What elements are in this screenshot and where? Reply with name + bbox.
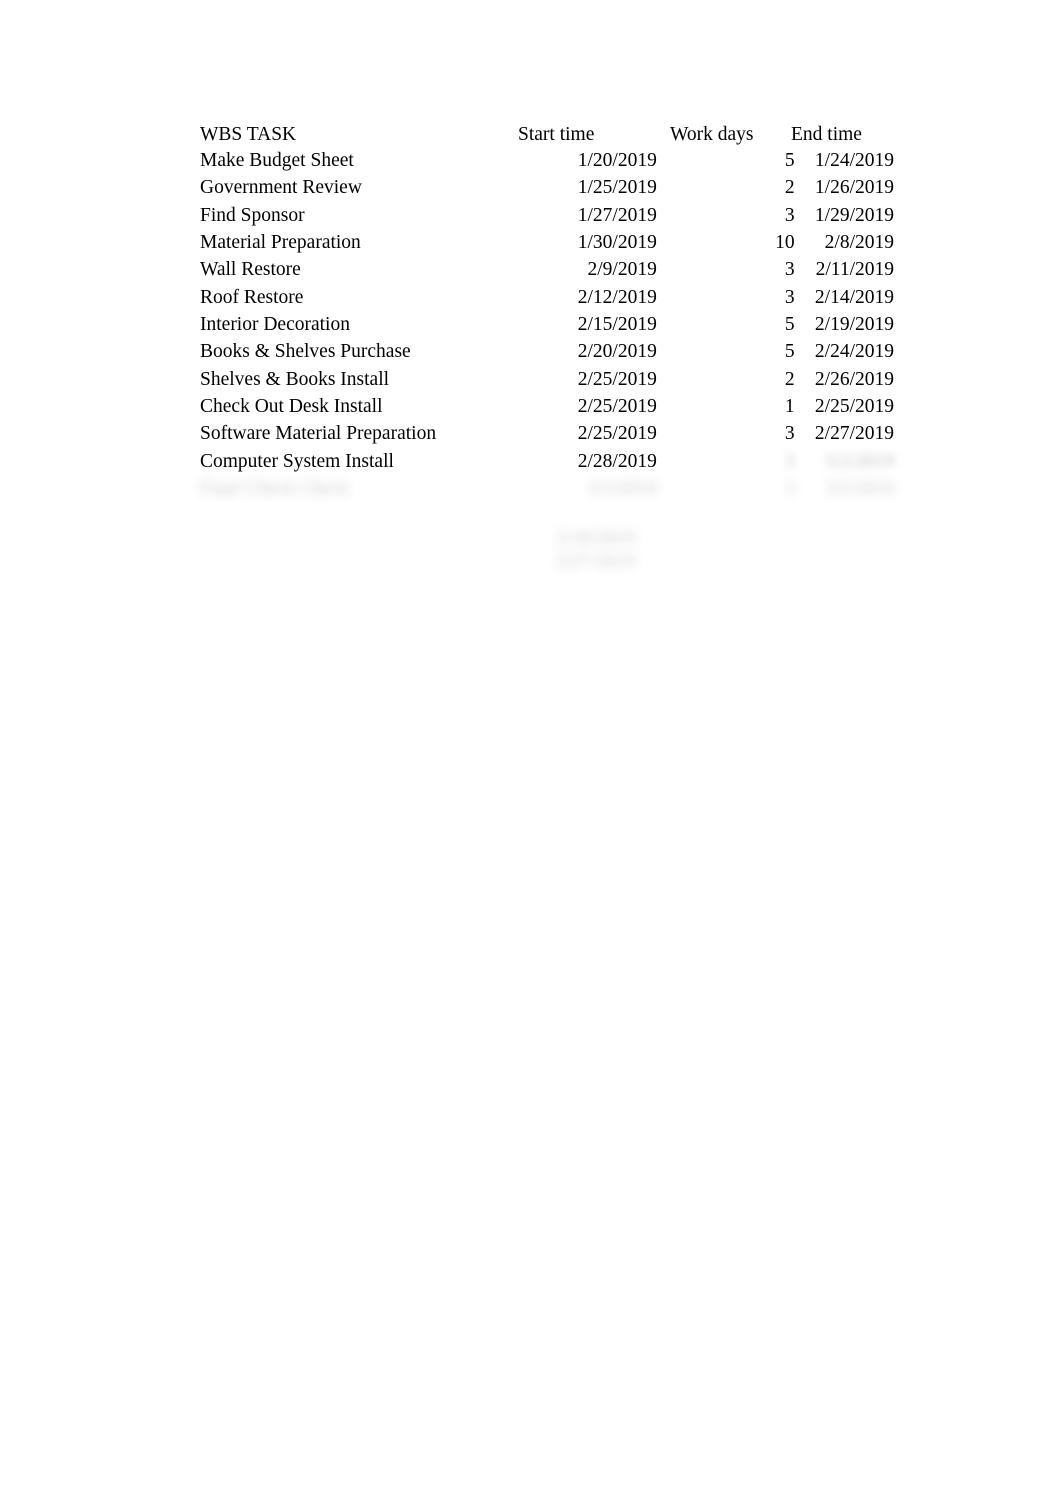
cell-task: Computer System Install [200, 450, 394, 472]
table-header-row [200, 119, 894, 147]
cell-work-days: 5 [784, 341, 795, 363]
table-row: Government Review 1/25/2019 2 1/26/2019 [200, 174, 894, 201]
cell-work-days: 3 [784, 478, 795, 500]
cell-end-time: 1/29/2019 [814, 204, 894, 226]
cell-task: Find Sponsor [200, 204, 305, 226]
cell-task: Shelves & Books Install [200, 368, 390, 390]
cell-work-days: 5 [784, 314, 795, 336]
cell-start-time: 2/28/2019 [577, 450, 657, 472]
table-row: Check Out Desk Install 2/25/2019 1 2/25/201… [200, 393, 894, 420]
cell-start-time: 1/27/2019 [577, 204, 657, 226]
cell-start-time: 2/20/2019 [577, 341, 657, 363]
cell-start-time: 1/20/2019 [577, 150, 657, 171]
cell-work-days: 3 [784, 286, 795, 308]
table-row: Find Sponsor 1/27/2019 3 1/29/2019 [200, 202, 894, 229]
cell-work-days: 3 [784, 450, 795, 472]
trailing-redacted-notes: 3/10/2019 2/27/2019 [556, 528, 635, 573]
cell-start-time: 2/25/2019 [577, 368, 657, 390]
document-page: WBS TASK Start time Work days End time M… [0, 0, 1062, 1506]
cell-work-days: 3 [784, 204, 795, 226]
cell-task: Check Out Desk Install [200, 396, 383, 418]
cell-start-time: 3/3/2019 [587, 478, 657, 500]
table-row: Roof Restore 2/12/2019 3 2/14/2019 [200, 284, 894, 311]
cell-start-time: 1/25/2019 [577, 177, 657, 199]
cell-start-time: 2/9/2019 [587, 259, 657, 281]
cell-work-days: 3 [784, 423, 795, 445]
cell-task: Government Review [200, 177, 362, 199]
header-spacer-days [683, 119, 795, 147]
cell-task: Interior Decoration [200, 314, 350, 336]
cell-end-time: 2/8/2019 [824, 232, 894, 254]
trailing-note-line-2: 2/27/2019 [556, 550, 636, 572]
header-spacer-end [795, 119, 894, 147]
table-row: Interior Decoration 2/15/2019 5 2/19/2019 [200, 311, 894, 338]
cell-end-time: 3/2/2019 [824, 450, 894, 472]
table-row: Material Preparation 1/30/2019 10 2/8/2019 [200, 229, 894, 256]
cell-task: Software Material Preparation [200, 423, 437, 445]
cell-task: Books & Shelves Purchase [200, 341, 411, 363]
cell-end-time: 2/26/2019 [814, 368, 894, 390]
table-body: Make Budget Sheet 1/20/2019 5 1/24/2019 Gove… [200, 147, 894, 502]
cell-end-time: 2/27/2019 [814, 423, 894, 445]
table-row: Final Check Check 3/3/2019 3 3/5/2019 [200, 475, 894, 502]
cell-end-time: 2/24/2019 [814, 341, 894, 363]
cell-work-days: 10 [775, 232, 795, 254]
cell-task: Wall Restore [200, 259, 301, 281]
table-header [200, 119, 894, 147]
cell-task: Make Budget Sheet [200, 150, 354, 171]
table-row: Shelves & Books Install 2/25/2019 2 2/26/20… [200, 366, 894, 393]
cell-end-time: 3/5/2019 [824, 478, 894, 500]
cell-end-time: 1/26/2019 [814, 177, 894, 199]
cell-work-days: 1 [784, 396, 795, 418]
table-row: Make Budget Sheet 1/20/2019 5 1/24/2019 [200, 147, 894, 174]
cell-start-time: 2/12/2019 [577, 286, 657, 308]
table-row: Software Material Preparation 2/25/2019 3 2… [200, 420, 894, 447]
trailing-note-line-1: 3/10/2019 [556, 528, 636, 549]
table-row: Books & Shelves Purchase 2/20/2019 5 2/24/2… [200, 338, 894, 365]
cell-start-time: 2/25/2019 [577, 423, 657, 445]
cell-end-time: 1/24/2019 [814, 150, 894, 171]
cell-start-time: 1/30/2019 [577, 232, 657, 254]
cell-end-time: 2/14/2019 [814, 286, 894, 308]
cell-end-time: 2/19/2019 [814, 314, 894, 336]
cell-start-time: 2/25/2019 [577, 396, 657, 418]
header-spacer-task [200, 119, 512, 147]
cell-end-time: 2/25/2019 [814, 396, 894, 418]
wbs-schedule-table: Make Budget Sheet 1/20/2019 5 1/24/2019 Gove… [200, 119, 894, 502]
cell-work-days: 5 [784, 150, 795, 171]
cell-task: Material Preparation [200, 232, 361, 254]
cell-work-days: 2 [784, 368, 795, 390]
header-spacer-start [512, 119, 683, 147]
cell-work-days: 2 [784, 177, 795, 199]
cell-work-days: 3 [784, 259, 795, 281]
cell-task: Roof Restore [200, 286, 304, 308]
table-row: Computer System Install 2/28/2019 3 3/2/201… [200, 448, 894, 475]
cell-task: Final Check Check [200, 478, 350, 500]
cell-end-time: 2/11/2019 [815, 259, 894, 281]
cell-start-time: 2/15/2019 [577, 314, 657, 336]
table-row: Wall Restore 2/9/2019 3 2/11/2019 [200, 256, 894, 283]
